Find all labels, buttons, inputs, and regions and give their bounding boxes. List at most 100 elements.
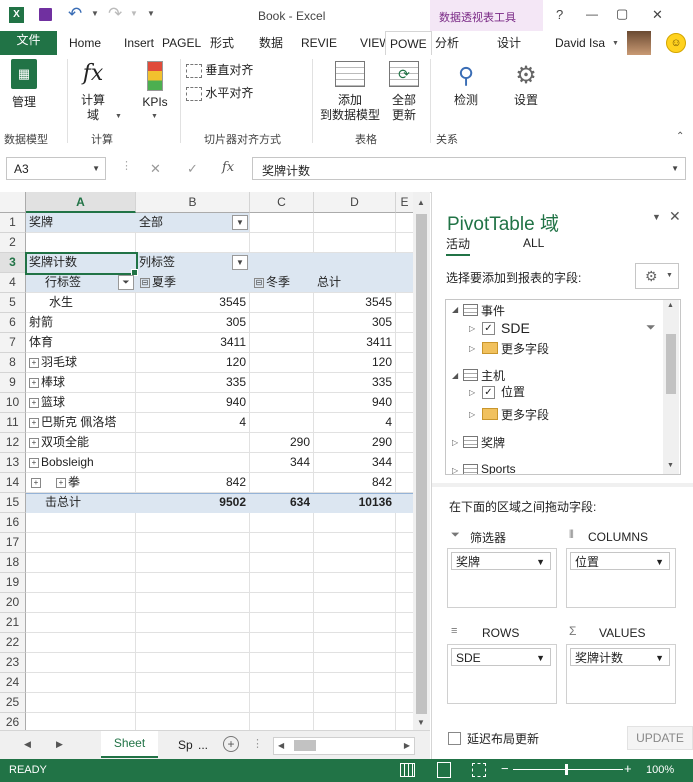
expand-sde-icon[interactable]: ▷ [469, 324, 475, 333]
user-name[interactable]: David Isa [555, 31, 605, 55]
settings-button[interactable]: ⚙ 设置 [508, 59, 544, 108]
expand-events-icon[interactable]: ◢ [452, 305, 458, 314]
expand-icon[interactable]: + [56, 477, 66, 488]
row-header[interactable]: 16 [0, 513, 26, 533]
update-button[interactable]: UPDATE [627, 726, 693, 750]
expand-icon[interactable]: + [29, 357, 39, 368]
scroll-left-icon[interactable]: ◀ [278, 741, 284, 750]
name-box-dropdown-icon[interactable]: ▼ [92, 164, 100, 173]
update-all-button[interactable]: ⟳ 全部 更新 [386, 59, 422, 123]
row-header[interactable]: 12 [0, 433, 26, 453]
field-list[interactable]: ◢ 事件 ▷ ✓ SDE ⏷ ▷ 更多字段 ◢ 主机 ▷ ✓ 位置 ▷ 更多字段… [445, 299, 681, 475]
zoom-slider-thumb[interactable] [565, 764, 568, 775]
excel-logo-icon[interactable]: X [9, 7, 24, 23]
page-break-view-icon[interactable] [472, 763, 486, 777]
insert-function-icon[interactable]: fx [222, 160, 234, 175]
row-header[interactable]: 23 [0, 653, 26, 673]
expand-position-icon[interactable]: ▷ [469, 388, 475, 397]
expand-medals-icon[interactable]: ▷ [452, 438, 458, 447]
row-labels-filter-icon[interactable]: ⏷ [118, 275, 134, 290]
column-header-b[interactable]: B [136, 192, 250, 213]
columns-item[interactable]: 位置 ▼ [570, 552, 670, 570]
scroll-right-icon[interactable]: ▶ [404, 741, 410, 750]
sde-checkbox[interactable]: ✓ [482, 321, 495, 336]
horizontal-scroll-thumb[interactable] [294, 740, 316, 751]
rows-item[interactable]: SDE ▼ [451, 648, 551, 666]
expand-icon[interactable]: + [29, 377, 39, 388]
winter-column-header[interactable]: ⊟ 冬季 [254, 273, 290, 292]
collapse-icon[interactable]: ⊟ [140, 277, 150, 288]
expand-hosts-icon[interactable]: ◢ [452, 371, 458, 380]
sports-table[interactable]: Sports [481, 462, 516, 474]
value-cell[interactable] [136, 433, 250, 452]
row-header[interactable]: 10 [0, 393, 26, 413]
expand-more-fields-icon[interactable]: ▷ [469, 344, 475, 353]
field-list-scrollbar[interactable]: ▲ ▼ [663, 300, 679, 474]
value-cell[interactable] [250, 353, 314, 372]
tab-file[interactable]: 文件 [0, 31, 57, 55]
grand-total-label[interactable]: 击总计 [45, 493, 81, 512]
pane-options-icon[interactable]: ▼ [652, 212, 661, 222]
summer-column-header[interactable]: ⊟ 夏季 [140, 273, 176, 292]
value-cell[interactable]: 3545 [136, 293, 250, 312]
more-fields-hosts[interactable]: 更多字段 [501, 406, 549, 423]
expand-icon[interactable]: + [29, 457, 39, 468]
row-header[interactable]: 8 [0, 353, 26, 373]
grand-total-winter[interactable]: 634 [250, 493, 314, 512]
sde-field[interactable]: SDE [501, 320, 530, 336]
row-label[interactable]: + 巴斯克 佩洛塔 [29, 413, 116, 432]
values-area[interactable]: 奖牌计数 ▼ [566, 644, 676, 704]
value-cell[interactable]: 940 [136, 393, 250, 412]
position-field[interactable]: 位置 [501, 383, 525, 400]
select-all-corner[interactable] [0, 192, 26, 213]
value-cell[interactable]: 335 [136, 373, 250, 392]
column-header-a[interactable]: A [26, 192, 136, 213]
filter-dropdown-icon[interactable]: ▼ [232, 215, 248, 230]
tab-review[interactable]: REVIE [301, 31, 337, 55]
row-label[interactable]: + 棒球 [29, 373, 65, 392]
value-cell[interactable]: 842 [136, 473, 250, 492]
redo-dropdown-icon[interactable]: ▼ [130, 9, 138, 18]
more-sheets[interactable]: ... [198, 738, 208, 752]
row-header[interactable]: 5 [0, 293, 26, 313]
row-header[interactable]: 22 [0, 633, 26, 653]
expand-formula-icon[interactable]: ▼ [671, 164, 679, 173]
row-header[interactable]: 13 [0, 453, 26, 473]
column-labels-header[interactable]: 列标签 [139, 253, 175, 272]
row-label[interactable]: + Bobsleigh [29, 453, 94, 472]
filters-area[interactable]: 奖牌 ▼ [447, 548, 557, 608]
zoom-in-icon[interactable]: + [624, 761, 632, 776]
row-header[interactable]: 21 [0, 613, 26, 633]
pane-close-icon[interactable]: ✕ [669, 208, 681, 225]
column-labels-dropdown-icon[interactable]: ▼ [232, 255, 248, 270]
normal-view-icon[interactable] [400, 763, 415, 777]
close-button[interactable]: ✕ [652, 7, 663, 23]
row-header[interactable]: 7 [0, 333, 26, 353]
row-header[interactable]: 1 [0, 213, 26, 233]
restore-button[interactable]: ▢ [616, 6, 628, 22]
minimize-button[interactable]: — [586, 7, 598, 21]
expand-more-fields-icon[interactable]: ▷ [469, 410, 475, 419]
undo-icon[interactable]: ↶ [68, 4, 82, 24]
manage-button[interactable]: ▦ 管理 [8, 59, 40, 110]
account-dropdown-icon[interactable]: ▼ [612, 40, 619, 47]
sheet-tab-other[interactable]: Sp [178, 738, 193, 752]
save-icon[interactable] [39, 8, 52, 21]
tab-insert[interactable]: Insert [124, 31, 154, 55]
grand-total-column-header[interactable]: 总计 [317, 273, 341, 292]
tab-data[interactable]: 数据 [259, 31, 283, 55]
row-header[interactable]: 19 [0, 573, 26, 593]
row-header[interactable]: 9 [0, 373, 26, 393]
tab-active-fields[interactable]: 活动 [446, 235, 471, 256]
value-cell[interactable]: 4 [314, 413, 396, 432]
column-header-d[interactable]: D [314, 192, 396, 213]
row-header[interactable]: 18 [0, 553, 26, 573]
values-item[interactable]: 奖牌计数 ▼ [570, 648, 670, 666]
row-label[interactable]: 水生 [49, 293, 73, 312]
sheet-tab-active[interactable]: Sheet [101, 731, 158, 758]
zoom-slider[interactable] [513, 769, 623, 770]
row-labels-header[interactable]: 行标签 [45, 273, 81, 292]
value-cell[interactable] [250, 373, 314, 392]
horizontal-scrollbar[interactable]: ◀ ▶ [273, 737, 415, 755]
events-table[interactable]: 事件 [481, 302, 505, 319]
